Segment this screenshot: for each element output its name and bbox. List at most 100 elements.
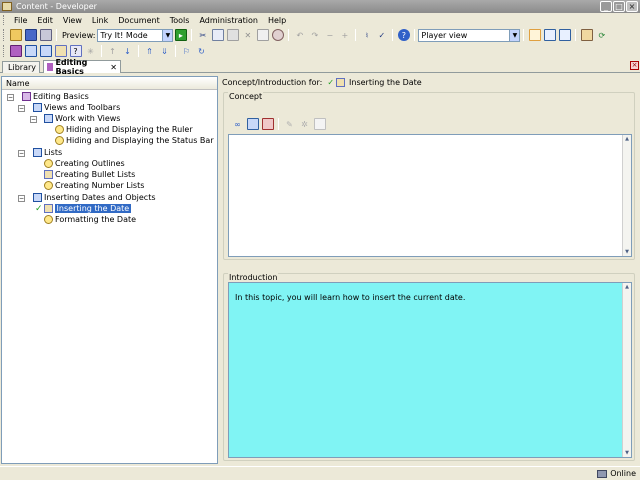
topic-icon bbox=[43, 204, 53, 213]
chevron-down-icon[interactable]: ▼ bbox=[509, 29, 520, 41]
demote-icon[interactable]: ⇓ bbox=[159, 45, 171, 57]
layout-split-icon[interactable] bbox=[543, 29, 556, 41]
delete-icon[interactable]: ✕ bbox=[242, 29, 254, 41]
menu-link[interactable]: Link bbox=[87, 16, 113, 25]
app-icon[interactable] bbox=[2, 2, 12, 11]
tree-node-topic-selected[interactable]: ✓ Inserting the Date bbox=[35, 203, 132, 214]
tree-node-root[interactable]: Editing Basics bbox=[22, 91, 89, 102]
tree-node-topic[interactable]: Creating Outlines bbox=[44, 158, 125, 169]
tree-node-module[interactable]: Lists bbox=[33, 147, 62, 158]
hyperlink-icon[interactable]: ∞ bbox=[232, 118, 244, 130]
tree-node-topic[interactable]: Creating Bullet Lists bbox=[44, 169, 135, 180]
refresh-icon[interactable]: ⟳ bbox=[596, 29, 608, 41]
minimize-button[interactable]: _ bbox=[600, 1, 612, 12]
record-icon[interactable]: ✳ bbox=[85, 45, 97, 57]
close-document-button[interactable]: × bbox=[630, 61, 639, 70]
scroll-up-icon[interactable]: ▲ bbox=[623, 135, 631, 143]
menu-view[interactable]: View bbox=[58, 16, 87, 25]
collapse-toggle[interactable]: − bbox=[7, 94, 14, 101]
tab-close-icon[interactable]: ✕ bbox=[110, 63, 117, 72]
open-icon[interactable] bbox=[9, 29, 22, 41]
cut-icon[interactable]: ✂ bbox=[197, 29, 209, 41]
preview-mode-select[interactable]: Try It! Mode ▼ bbox=[97, 28, 174, 42]
edit-icon[interactable]: ✎ bbox=[284, 118, 296, 130]
attach-icon[interactable]: ⚐ bbox=[181, 45, 193, 57]
move-up-icon[interactable]: ↑ bbox=[107, 45, 119, 57]
chevron-down-icon[interactable]: ▼ bbox=[162, 29, 173, 41]
layout-outline-icon[interactable] bbox=[528, 29, 541, 41]
maximize-button[interactable]: □ bbox=[613, 1, 625, 12]
main-toolbar: Preview: Try It! Mode ▼ ▸ ✂ ✕ ↶ ↷ − + ♮ … bbox=[0, 27, 640, 43]
menu-tools[interactable]: Tools bbox=[165, 16, 195, 25]
introduction-group: Introduction In this topic, you will lea… bbox=[223, 273, 635, 461]
insert-image-icon[interactable] bbox=[246, 118, 259, 130]
scroll-up-icon[interactable]: ▲ bbox=[623, 283, 631, 291]
collapse-toggle[interactable]: − bbox=[30, 116, 37, 123]
properties-icon[interactable] bbox=[256, 29, 269, 41]
new-module-icon[interactable] bbox=[24, 45, 37, 57]
print-icon[interactable] bbox=[39, 29, 52, 41]
new-topic-icon[interactable] bbox=[54, 45, 67, 57]
promote-icon[interactable]: ⇑ bbox=[144, 45, 156, 57]
new-section-icon[interactable] bbox=[39, 45, 52, 57]
content-toolbar: ? ✳ ↑ ↓ ⇑ ⇓ ⚐ ↻ bbox=[0, 43, 640, 59]
concept-pane[interactable]: ▲ ▼ bbox=[228, 134, 632, 257]
new-outline-icon[interactable] bbox=[9, 45, 22, 57]
tab-library[interactable]: Library bbox=[2, 61, 40, 73]
view-mode-select[interactable]: Player view ▼ bbox=[418, 28, 521, 42]
collapse-toggle[interactable]: − bbox=[18, 150, 25, 157]
introduction-label: Introduction bbox=[228, 273, 279, 282]
menu-file[interactable]: File bbox=[9, 16, 32, 25]
tree-node-topic[interactable]: Creating Number Lists bbox=[44, 180, 144, 191]
menu-help[interactable]: Help bbox=[263, 16, 291, 25]
insert-package-icon[interactable] bbox=[261, 118, 274, 130]
introduction-scrollbar[interactable]: ▲ ▼ bbox=[622, 283, 631, 457]
column-header-name[interactable]: Name bbox=[2, 77, 217, 90]
module-icon bbox=[33, 103, 42, 112]
spelling-icon[interactable]: ✓ bbox=[376, 29, 388, 41]
tree-node-section[interactable]: Work with Views bbox=[44, 113, 120, 124]
introduction-editor[interactable]: In this topic, you will learn how to ins… bbox=[228, 282, 632, 458]
introduction-text[interactable]: In this topic, you will learn how to ins… bbox=[235, 293, 465, 302]
tree-node-topic[interactable]: Hiding and Displaying the Ruler bbox=[55, 124, 193, 135]
collapse-icon[interactable]: − bbox=[324, 29, 336, 41]
layout-columns-icon[interactable] bbox=[558, 29, 571, 41]
document-icon[interactable] bbox=[313, 118, 326, 130]
collapse-toggle[interactable]: − bbox=[18, 105, 25, 112]
binoculars-icon[interactable]: ♮ bbox=[361, 29, 373, 41]
window-title: Content - Developer bbox=[16, 2, 97, 11]
tree-node-module[interactable]: Inserting Dates and Objects bbox=[33, 192, 156, 203]
connection-status: Online bbox=[610, 469, 636, 478]
preview-label: Preview: bbox=[62, 30, 96, 40]
tree-node-module[interactable]: Views and Toolbars bbox=[33, 102, 120, 113]
menu-edit[interactable]: Edit bbox=[32, 16, 58, 25]
move-down-icon[interactable]: ↓ bbox=[122, 45, 134, 57]
concept-scrollbar[interactable]: ▲ ▼ bbox=[622, 135, 631, 256]
tab-editing-basics[interactable]: Editing Basics ✕ bbox=[43, 58, 121, 76]
collapse-toggle[interactable]: − bbox=[18, 195, 25, 202]
tree-node-topic[interactable]: Formatting the Date bbox=[44, 214, 136, 225]
settings-icon[interactable]: ✲ bbox=[299, 118, 311, 130]
save-icon[interactable] bbox=[24, 29, 37, 41]
close-button[interactable]: × bbox=[626, 1, 638, 12]
online-icon bbox=[597, 469, 608, 478]
tree-node-topic[interactable]: Hiding and Displaying the Status Bar bbox=[55, 135, 214, 146]
menu-administration[interactable]: Administration bbox=[194, 16, 263, 25]
help-icon[interactable]: ? bbox=[397, 29, 410, 41]
scroll-down-icon[interactable]: ▼ bbox=[623, 248, 631, 256]
menu-document[interactable]: Document bbox=[113, 16, 164, 25]
paste-icon[interactable] bbox=[226, 29, 239, 41]
link-icon[interactable]: ↻ bbox=[196, 45, 208, 57]
find-replace-icon[interactable] bbox=[271, 29, 284, 41]
scroll-down-icon[interactable]: ▼ bbox=[623, 449, 631, 457]
redo-icon[interactable]: ↷ bbox=[309, 29, 321, 41]
new-question-icon[interactable]: ? bbox=[69, 45, 82, 57]
topic-icon bbox=[44, 159, 53, 168]
go-icon[interactable]: ▸ bbox=[174, 29, 187, 41]
copy-icon[interactable] bbox=[211, 29, 224, 41]
expand-icon[interactable]: + bbox=[339, 29, 351, 41]
publish-icon[interactable] bbox=[580, 29, 593, 41]
topic-icon bbox=[44, 181, 53, 190]
menubar-grip[interactable] bbox=[3, 15, 6, 25]
undo-icon[interactable]: ↶ bbox=[294, 29, 306, 41]
